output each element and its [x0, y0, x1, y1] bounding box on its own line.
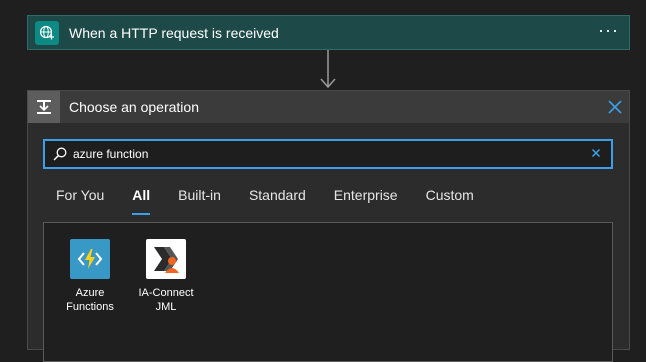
http-globe-icon: [35, 20, 59, 45]
close-icon[interactable]: [601, 93, 629, 121]
connector-label: Azure Functions: [66, 287, 114, 313]
operation-header: Choose an operation: [28, 91, 629, 123]
choose-operation-panel: Choose an operation For You All Built-in: [27, 90, 630, 362]
search-icon: [53, 147, 67, 161]
connector-label: IA-Connect JML: [138, 287, 194, 313]
tab-standard[interactable]: Standard: [249, 187, 306, 215]
azure-functions-icon: [70, 239, 110, 279]
search-box: [43, 139, 613, 169]
search-input[interactable]: [73, 142, 591, 166]
clear-search-icon[interactable]: [591, 148, 603, 160]
tab-for-you[interactable]: For You: [56, 187, 104, 215]
more-options-button[interactable]: ···: [598, 21, 619, 41]
trigger-title: When a HTTP request is received: [69, 24, 279, 41]
operation-icon: [28, 91, 60, 123]
category-tabs: For You All Built-in Standard Enterprise…: [56, 187, 502, 215]
connector-results: Azure Functions IA-Connect JML: [43, 222, 613, 362]
trigger-card[interactable]: When a HTTP request is received ···: [27, 15, 630, 50]
connector-tile-azure-functions[interactable]: Azure Functions: [55, 239, 125, 314]
tab-built-in[interactable]: Built-in: [178, 187, 221, 215]
connector-tile-ia-connect-jml[interactable]: IA-Connect JML: [131, 239, 201, 314]
connector-arrow-icon: [320, 50, 336, 89]
operation-title: Choose an operation: [69, 99, 199, 115]
tab-all[interactable]: All: [132, 187, 150, 215]
tab-custom[interactable]: Custom: [426, 187, 474, 215]
tab-enterprise[interactable]: Enterprise: [334, 187, 398, 215]
ia-connect-jml-icon: [146, 239, 186, 279]
